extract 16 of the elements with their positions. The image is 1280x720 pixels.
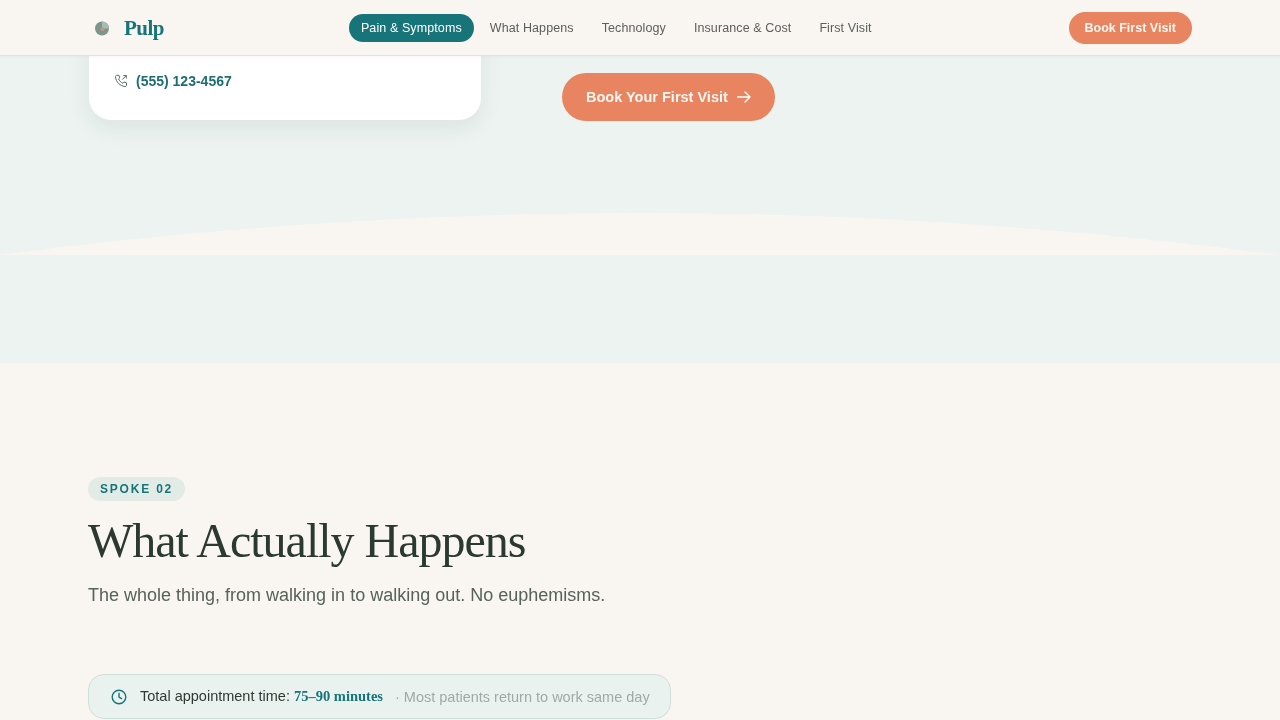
logo-wordmark[interactable]: Pulp: [124, 15, 165, 40]
arrow-right-icon: [736, 91, 751, 103]
section-subtitle: The whole thing, from walking in to walking out. No euphemisms.: [88, 584, 607, 607]
nav-tab[interactable]: Technology: [589, 13, 678, 42]
section-title: What Actually Happens: [88, 513, 527, 569]
nav-tab[interactable]: What Happens: [477, 13, 586, 42]
section-badge: SPOKE 02: [88, 477, 186, 501]
return-to-work-note: · Most patients return to work same day: [395, 688, 650, 705]
appointment-time-text: Total appointment time: 75–90 minutes: [140, 688, 383, 705]
phone-icon: [114, 74, 128, 88]
nav-tab[interactable]: Pain & Symptoms: [348, 13, 474, 42]
phone-link[interactable]: (555) 123-4567: [136, 73, 232, 89]
logo-icon: [94, 19, 110, 36]
nav-tab[interactable]: Insurance & Cost: [681, 13, 804, 42]
nav-tab[interactable]: First Visit: [807, 13, 884, 42]
clock-icon: [111, 688, 127, 705]
